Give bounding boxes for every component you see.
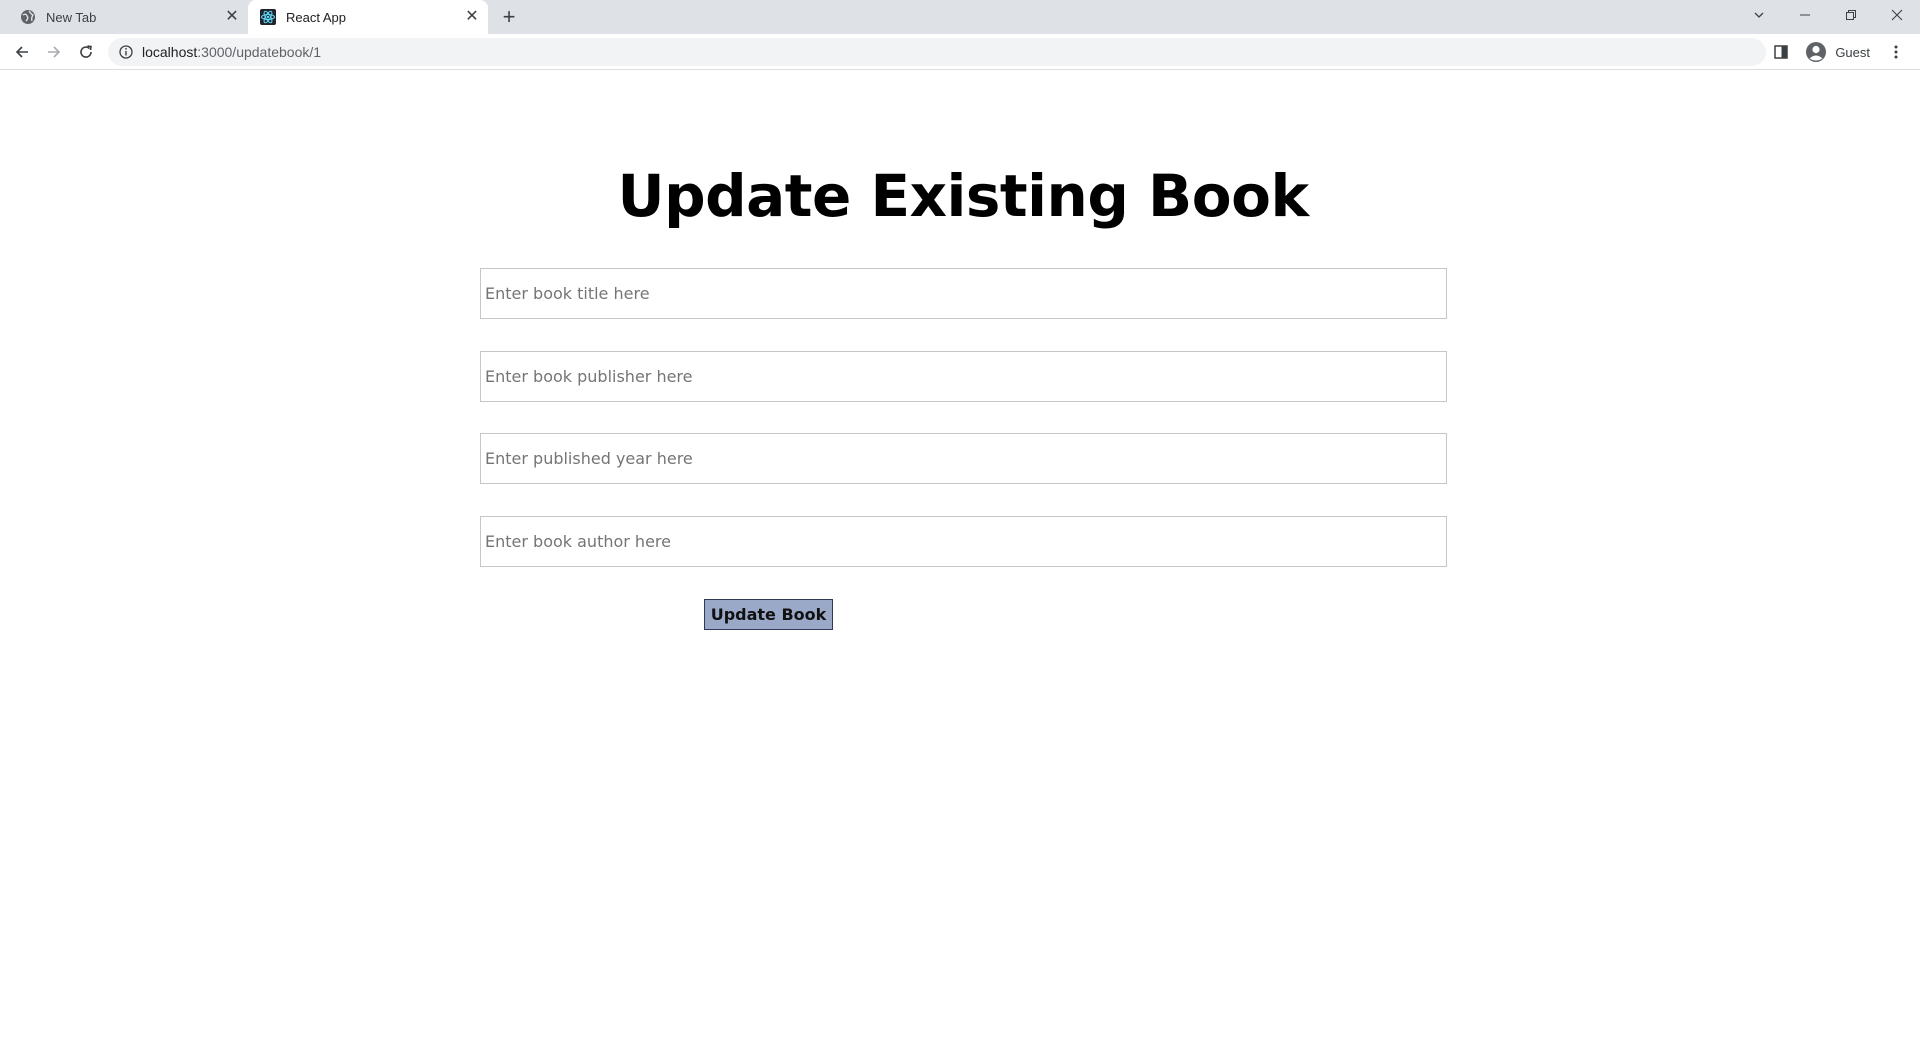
page-content: Update Existing Book Update Book xyxy=(0,70,1920,1040)
browser-toolbar: localhost:3000/updatebook/1 Guest xyxy=(0,34,1920,70)
tab-strip: New Tab ✕ React App ✕ + xyxy=(0,0,1920,34)
close-icon[interactable]: ✕ xyxy=(464,9,480,25)
minimize-icon[interactable] xyxy=(1782,0,1828,30)
tab-title: React App xyxy=(286,9,346,25)
profile-label: Guest xyxy=(1835,44,1870,60)
info-icon[interactable] xyxy=(118,44,134,60)
kebab-menu-icon[interactable] xyxy=(1882,38,1910,66)
globe-icon xyxy=(20,9,36,25)
window-controls xyxy=(1736,0,1920,30)
url-host: localhost xyxy=(142,44,198,60)
page-title: Update Existing Book xyxy=(617,162,1309,230)
close-window-icon[interactable] xyxy=(1874,0,1920,30)
published-year-input[interactable] xyxy=(480,433,1447,484)
new-tab-button[interactable]: + xyxy=(496,4,522,30)
tab-search-icon[interactable] xyxy=(1736,0,1782,30)
close-icon[interactable]: ✕ xyxy=(224,9,240,25)
update-book-button[interactable]: Update Book xyxy=(704,599,833,630)
tab-new-tab[interactable]: New Tab ✕ xyxy=(8,0,248,34)
book-title-input[interactable] xyxy=(480,268,1447,319)
avatar-icon xyxy=(1805,41,1827,63)
restore-icon[interactable] xyxy=(1828,0,1874,30)
toolbar-right: Guest xyxy=(1767,38,1920,66)
reload-icon[interactable] xyxy=(72,38,100,66)
react-icon xyxy=(260,9,276,25)
side-panel-icon[interactable] xyxy=(1767,38,1795,66)
book-publisher-input[interactable] xyxy=(480,351,1447,402)
tab-react-app[interactable]: React App ✕ xyxy=(248,0,488,34)
forward-arrow-icon[interactable] xyxy=(40,38,68,66)
tab-title: New Tab xyxy=(46,9,97,25)
back-arrow-icon[interactable] xyxy=(8,38,36,66)
profile-button[interactable]: Guest xyxy=(1801,38,1878,66)
url-path: :3000/updatebook/1 xyxy=(197,44,322,60)
book-author-input[interactable] xyxy=(480,516,1447,567)
address-bar[interactable]: localhost:3000/updatebook/1 xyxy=(108,38,1766,66)
